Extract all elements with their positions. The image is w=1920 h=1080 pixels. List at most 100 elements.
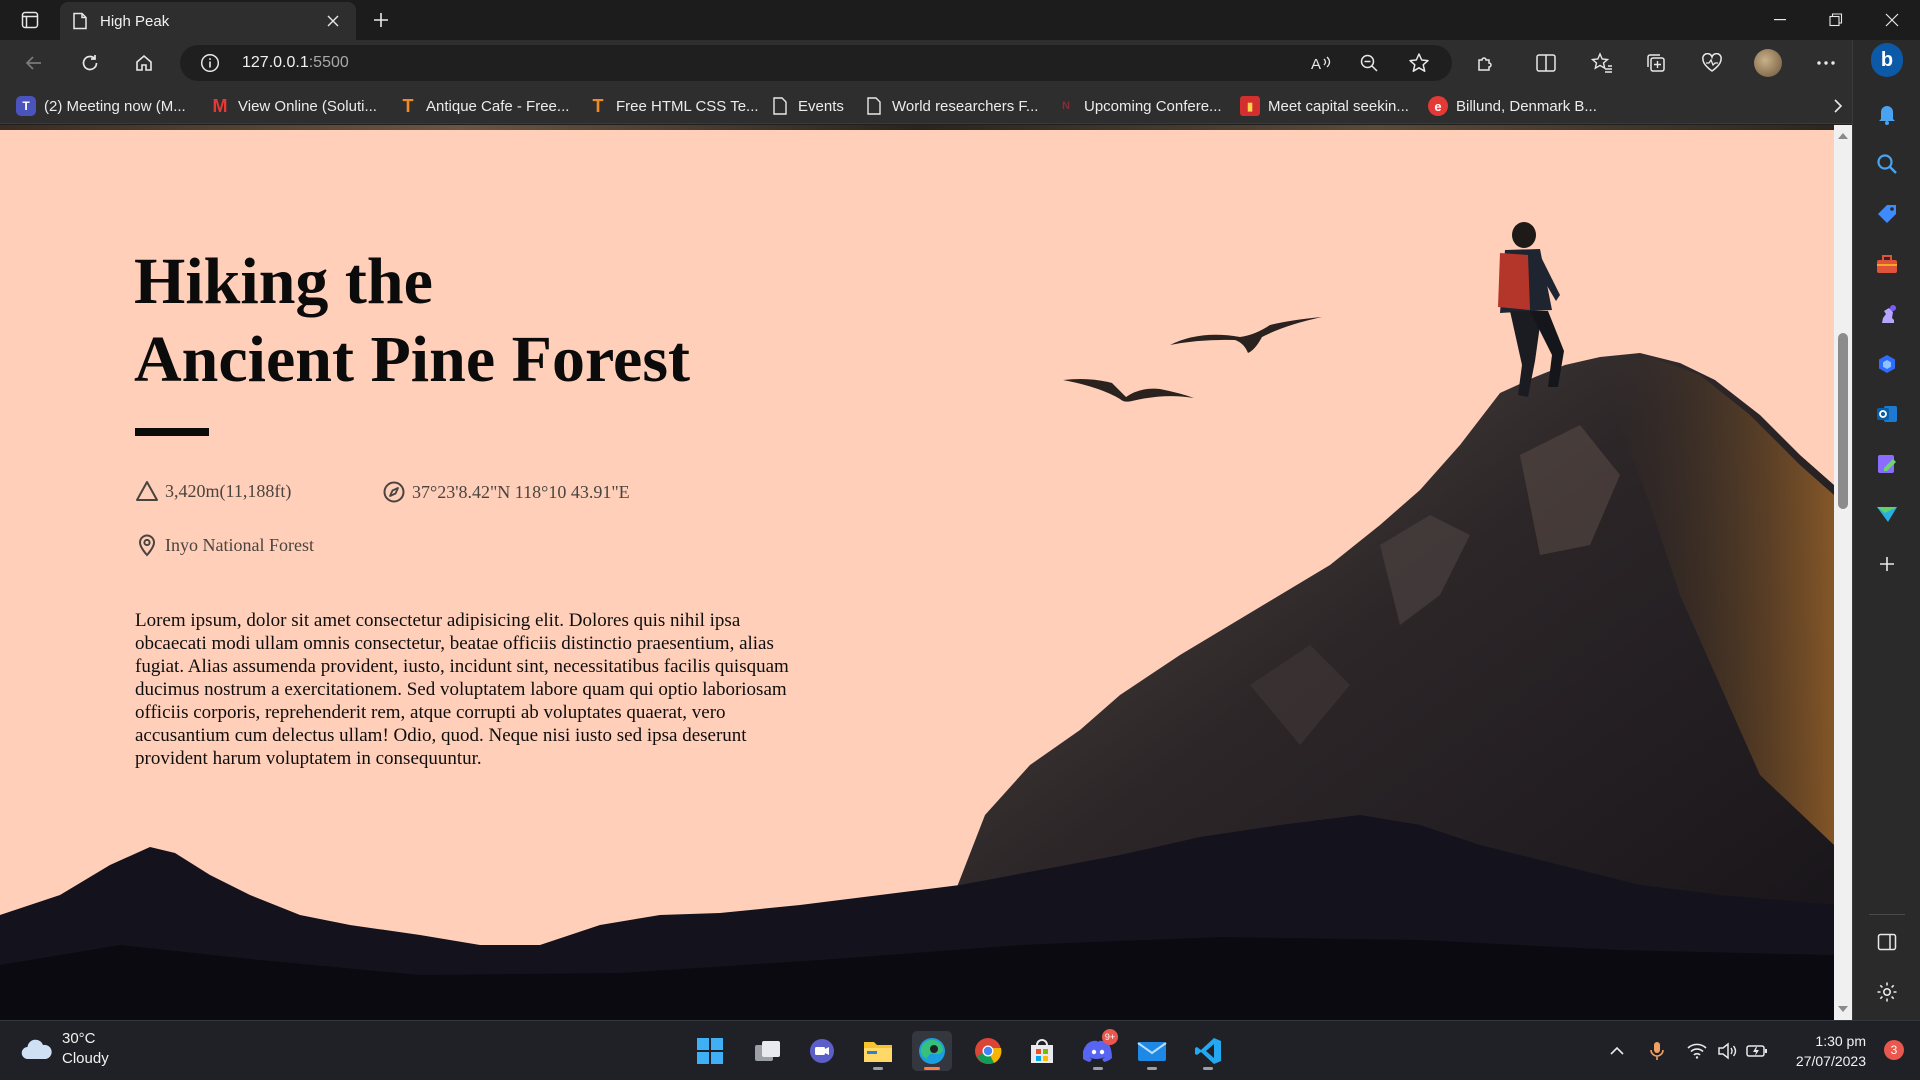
task-view-icon[interactable] (748, 1031, 788, 1071)
page-icon (73, 12, 87, 30)
tab-high-peak[interactable]: High Peak (60, 2, 356, 40)
restore-icon[interactable] (1808, 0, 1864, 40)
favorites-icon[interactable] (1584, 47, 1620, 79)
discord-icon[interactable]: 9+ (1078, 1029, 1118, 1071)
scroll-thumb[interactable] (1838, 333, 1848, 509)
running-indicator (1093, 1067, 1103, 1070)
mail-icon[interactable] (1132, 1031, 1172, 1071)
file-explorer-icon[interactable] (858, 1031, 898, 1071)
minimize-icon[interactable] (1752, 0, 1808, 40)
browser-essentials-icon[interactable] (1694, 47, 1730, 79)
compass-icon (383, 481, 405, 503)
bookmark-label: Billund, Denmark B... (1456, 97, 1597, 115)
location-text: Inyo National Forest (165, 534, 314, 555)
microphone-icon[interactable] (1646, 1040, 1668, 1062)
drop-edit-icon[interactable] (1871, 448, 1903, 480)
shopping-tag-icon[interactable] (1871, 198, 1903, 230)
close-tab-icon[interactable] (322, 10, 344, 32)
url-text[interactable]: 127.0.0.1:5500 (242, 54, 349, 72)
bookmarks-bar: T (2) Meeting now (M... M View Online (S… (0, 86, 1860, 124)
bookmark-antique-cafe[interactable]: T Antique Cafe - Free... (398, 95, 570, 117)
bookmark-label: Antique Cafe - Free... (426, 97, 570, 115)
tools-briefcase-icon[interactable] (1871, 248, 1903, 280)
bookmark-billund[interactable]: e Billund, Denmark B... (1428, 95, 1597, 117)
teams-chat-icon[interactable] (802, 1031, 842, 1071)
tab-actions-icon[interactable] (12, 6, 48, 34)
elevation-info: 3,420m(11,188ft) (135, 480, 291, 502)
outlook-icon[interactable] (1871, 398, 1903, 430)
scroll-up-arrow-icon[interactable] (1837, 130, 1849, 142)
page-scrollbar[interactable] (1834, 125, 1852, 1020)
start-windows-icon[interactable] (690, 1031, 730, 1071)
bookmark-meeting-now[interactable]: T (2) Meeting now (M... (16, 95, 186, 117)
new-tab-icon[interactable] (366, 6, 396, 34)
read-aloud-icon[interactable]: A (1308, 51, 1334, 75)
bird-2 (1063, 379, 1194, 402)
site-info-icon[interactable] (200, 53, 220, 73)
volume-icon[interactable] (1716, 1040, 1738, 1062)
add-sidebar-app-icon[interactable] (1871, 548, 1903, 580)
active-indicator (924, 1067, 940, 1070)
edge-browser-icon[interactable] (912, 1031, 952, 1071)
bookmark-world-researchers[interactable]: World researchers F... (864, 95, 1038, 117)
bing-copilot-icon[interactable]: b (1871, 43, 1903, 77)
temperature-text: 30°C (62, 1030, 96, 1047)
collections-icon[interactable] (1638, 47, 1674, 79)
bookmark-view-online[interactable]: M View Online (Soluti... (210, 95, 377, 117)
hide-sidebar-icon[interactable] (1871, 926, 1903, 958)
teams-icon: T (16, 96, 36, 116)
bookmark-label: World researchers F... (892, 97, 1039, 115)
search-icon[interactable] (1871, 148, 1903, 180)
page-viewport: Hiking the Ancient Pine Forest 3,420m(11… (0, 125, 1834, 1020)
tab-title: High Peak (100, 12, 170, 30)
bookmark-events[interactable]: Events (770, 95, 844, 117)
games-chess-icon[interactable] (1871, 298, 1903, 330)
page-title: Hiking the Ancient Pine Forest (134, 243, 690, 399)
refresh-icon[interactable] (72, 47, 108, 79)
extensions-icon[interactable] (1468, 47, 1504, 79)
vscode-icon[interactable] (1188, 1031, 1228, 1071)
settings-gear-icon[interactable] (1871, 976, 1903, 1008)
microsoft-store-icon[interactable] (1022, 1031, 1062, 1071)
chevron-up-icon[interactable] (1606, 1040, 1628, 1062)
battery-icon[interactable] (1746, 1040, 1768, 1062)
bookmark-label: Meet capital seekin... (1268, 97, 1409, 115)
back-icon[interactable] (16, 47, 52, 79)
templatemo-icon: T (402, 95, 414, 116)
bookmark-label: Upcoming Confere... (1084, 97, 1222, 115)
title-line-1: Hiking the (134, 245, 433, 318)
system-clock[interactable]: 1:30 pm 27/07/2023 (1796, 1031, 1866, 1071)
address-bar[interactable]: 127.0.0.1:5500 A (180, 45, 1452, 81)
bookmark-meet-capital[interactable]: ▮ Meet capital seekin... (1240, 95, 1409, 117)
favorite-star-icon[interactable] (1406, 51, 1432, 75)
chrome-icon[interactable] (968, 1031, 1008, 1071)
chevron-right-icon[interactable] (1826, 94, 1850, 118)
zoom-out-icon[interactable] (1356, 51, 1382, 75)
mountain-triangle-icon (136, 481, 158, 501)
coordinates-info: 37°23'8.42"N 118°10 43.91"E (382, 480, 630, 504)
sidebar-divider (1869, 914, 1905, 915)
bookmark-upcoming-conferences[interactable]: N Upcoming Confere... (1056, 95, 1222, 117)
bookmark-label: Free HTML CSS Te... (616, 97, 759, 115)
edge-sidebar: b (1852, 40, 1920, 1020)
close-window-icon[interactable] (1864, 0, 1920, 40)
bookmark-free-html-css[interactable]: T Free HTML CSS Te... (588, 95, 759, 117)
split-screen-icon[interactable] (1528, 47, 1564, 79)
profile-avatar[interactable] (1750, 47, 1786, 79)
notification-count-badge[interactable]: 3 (1884, 1040, 1904, 1060)
running-indicator (1203, 1067, 1213, 1070)
copilot-app-icon[interactable] (1871, 348, 1903, 380)
weather-widget[interactable]: 30°C Cloudy (20, 1029, 109, 1069)
gmail-icon: M (212, 95, 228, 116)
wifi-icon[interactable] (1686, 1040, 1708, 1062)
e-icon: e (1428, 96, 1448, 116)
more-options-icon[interactable] (1808, 47, 1844, 79)
running-indicator (1147, 1067, 1157, 1070)
windows-taskbar: 30°C Cloudy 9+ 1:30 pm 27/07/2023 3 (0, 1020, 1920, 1080)
notifications-bell-icon[interactable] (1871, 98, 1903, 130)
bookmark-label: Events (798, 97, 844, 115)
bookmark-label: View Online (Soluti... (238, 97, 377, 115)
scroll-down-arrow-icon[interactable] (1837, 1003, 1849, 1015)
home-icon[interactable] (126, 47, 162, 79)
send-drop-icon[interactable] (1871, 498, 1903, 530)
